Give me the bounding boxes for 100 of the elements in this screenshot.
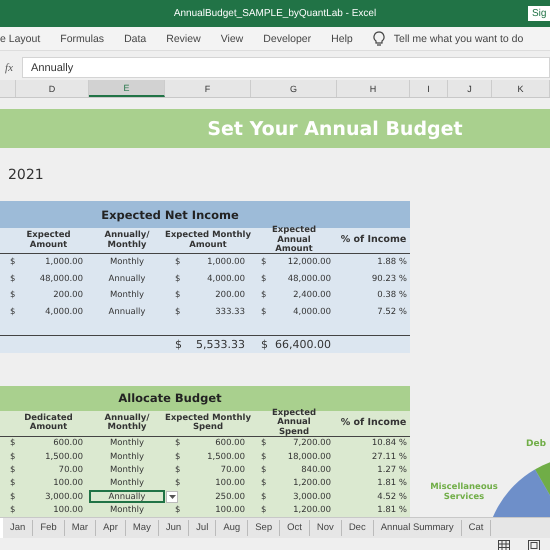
table-cell: $ — [10, 492, 16, 502]
table-cell: $ — [261, 274, 266, 284]
table-cell: $ — [175, 464, 180, 475]
table-cell: 200.00 — [215, 290, 245, 300]
table-cell: $ — [261, 478, 266, 488]
ribbon-tab[interactable]: Help — [331, 32, 353, 44]
table-cell: 100.00 — [53, 478, 83, 488]
table-cell[interactable]: Monthly — [89, 287, 165, 304]
table-cell: $ — [261, 306, 266, 317]
tell-me-search[interactable]: Tell me what you want to do — [394, 32, 524, 44]
sign-in-button[interactable]: Sig — [528, 6, 550, 21]
table-cell[interactable]: Annually — [89, 490, 165, 504]
table-cell: $ — [175, 306, 180, 317]
function-icon[interactable]: fx — [0, 57, 18, 78]
sheet-tab[interactable]: Mar — [64, 520, 96, 536]
table-cell: 1,200.00 — [293, 505, 331, 516]
table-cell: $ — [175, 438, 180, 448]
sheet-tab[interactable]: Aug — [216, 520, 248, 536]
column-header[interactable]: E — [89, 80, 165, 97]
formula-input[interactable]: Annually — [22, 57, 550, 78]
column-heading: Expected Annual Spend — [270, 410, 318, 436]
table-cell: 4,000.00 — [45, 306, 83, 317]
table-cell[interactable]: Monthly — [89, 463, 165, 477]
sheet-tab[interactable]: Jan — [3, 520, 34, 536]
column-header[interactable]: G — [251, 80, 337, 97]
table-cell: $ — [10, 505, 16, 516]
sheet-tab[interactable]: Jul — [189, 520, 216, 536]
table-cell: $ — [175, 505, 180, 516]
table-cell: 3,000.00 — [45, 492, 83, 502]
column-heading: Expected Monthly Spend — [165, 412, 251, 434]
sheet-tab[interactable]: Annual Summary — [374, 520, 462, 536]
sheet-tab[interactable]: Feb — [33, 520, 65, 536]
column-heading: Dedicated Amount — [23, 412, 74, 434]
table-cell[interactable]: Annually — [89, 270, 165, 287]
table-cell: 70.00 — [58, 464, 83, 475]
total-cell: $ — [261, 338, 268, 351]
table-cell[interactable]: Monthly — [89, 450, 165, 464]
table-cell: 2,400.00 — [293, 290, 331, 300]
table-cell: $ — [175, 274, 180, 284]
sheet-tab[interactable]: Cat — [462, 520, 492, 536]
normal-view-icon[interactable] — [498, 540, 510, 550]
table-cell: 100.00 — [53, 505, 83, 516]
table-cell: 3,000.00 — [293, 492, 331, 502]
ribbon-tab[interactable]: Formulas — [60, 32, 104, 44]
table-cell: $ — [261, 290, 266, 300]
table-cell: $ — [10, 257, 16, 268]
table-cell: $ — [10, 306, 16, 317]
table-cell: 1.88 % — [377, 257, 407, 268]
column-heading: Expected Amount — [25, 229, 72, 252]
sheet-tab[interactable]: Oct — [280, 520, 310, 536]
column-heading: % of Income — [340, 233, 408, 248]
table-cell: 1.81 % — [377, 505, 407, 516]
table-cell: $ — [261, 257, 266, 268]
column-heading: Annually/ Monthly — [104, 229, 150, 252]
column-heading: Expected Monthly Amount — [165, 229, 251, 252]
table-cell: $ — [261, 505, 266, 516]
table-cell: 7,200.00 — [293, 438, 331, 448]
table-cell: $ — [10, 478, 16, 488]
year-label: 2021 — [7, 166, 45, 185]
sheet-tab[interactable]: Apr — [96, 520, 126, 536]
ribbon-tab[interactable]: Developer — [263, 32, 312, 44]
column-header[interactable]: J — [448, 80, 492, 97]
table-cell: 70.00 — [220, 464, 245, 475]
column-header[interactable]: H — [337, 80, 410, 97]
column-header[interactable]: F — [165, 80, 251, 97]
table-cell: 1,000.00 — [207, 257, 245, 268]
lightbulb-icon — [372, 30, 385, 46]
chart-label: Miscellaneous Services — [429, 482, 499, 502]
page-layout-view-icon[interactable] — [528, 540, 540, 550]
table-cell[interactable]: Monthly — [89, 503, 165, 517]
ribbon-tab[interactable]: e Layout — [0, 32, 40, 44]
sheet-tab[interactable]: May — [126, 520, 159, 536]
table-cell: 48,000.00 — [288, 274, 331, 284]
table-cell: $ — [10, 438, 16, 448]
table-cell: 7.52 % — [377, 306, 407, 317]
sheet-tab[interactable]: Nov — [310, 520, 342, 536]
table-cell[interactable]: Monthly — [89, 476, 165, 490]
column-header[interactable]: K — [492, 80, 550, 97]
sheet-tab[interactable]: Dec — [342, 520, 374, 536]
column-heading: Annually/ Monthly — [104, 412, 150, 434]
ribbon-tab[interactable]: View — [220, 32, 244, 44]
table-cell[interactable]: Monthly — [89, 254, 165, 270]
table-cell: 12,000.00 — [288, 257, 331, 268]
table-cell: $ — [175, 452, 180, 462]
table-cell[interactable]: Annually — [89, 304, 165, 320]
sheet-tab[interactable]: Sep — [248, 520, 280, 536]
ribbon-tab[interactable]: Review — [166, 32, 201, 44]
table-cell: $ — [10, 274, 16, 284]
table-cell: 600.00 — [215, 438, 245, 448]
sheet-tab[interactable]: Jun — [158, 520, 190, 536]
table-cell: 90.23 % — [372, 274, 407, 284]
table-cell[interactable]: Monthly — [89, 436, 165, 450]
total-cell: $ — [175, 338, 182, 351]
table-cell: $ — [10, 290, 16, 300]
column-header[interactable]: I — [410, 80, 448, 97]
total-cell: 66,400.00 — [275, 338, 331, 351]
table-cell: 0.38 % — [377, 290, 407, 300]
table-cell: 250.00 — [215, 492, 245, 502]
ribbon-tab[interactable]: Data — [124, 32, 146, 44]
total-cell: 5,533.33 — [196, 338, 245, 351]
